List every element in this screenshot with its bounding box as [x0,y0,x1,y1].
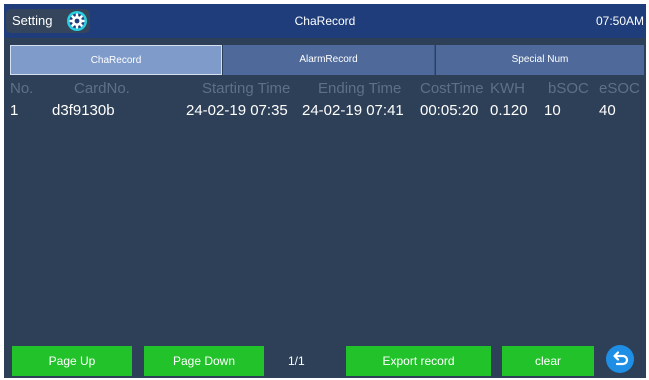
column-header-cardno: CardNo. [74,80,130,97]
cell-kwh: 0.120 [490,102,528,119]
export-record-button[interactable]: Export record [346,346,491,376]
cell-costtime: 00:05:20 [420,102,479,119]
column-header-starting-time: Starting Time [202,80,291,97]
cell-cardno: d3f9130b [52,102,115,119]
cell-ending-time: 24-02-19 07:41 [302,102,404,119]
column-header-bsoc: bSOC [548,80,589,97]
page-indicator: 1/1 [288,354,305,368]
column-header-kwh: KWH [490,80,525,97]
clear-button[interactable]: clear [502,346,594,376]
clock: 07:50AM [595,14,644,28]
table-header: No. CardNo. Starting Time Ending Time Co… [4,79,646,99]
tab-alarmrecord[interactable]: AlarmRecord [223,45,435,75]
page-up-button[interactable]: Page Up [12,346,132,376]
back-button[interactable] [606,345,634,373]
tab-charecord[interactable]: ChaRecord [10,45,222,75]
back-arrow-icon [613,351,629,366]
column-header-no: No. [10,80,34,97]
table-row[interactable]: 1 d3f9130b 24-02-19 07:35 24-02-19 07:41… [4,101,646,121]
page-title: ChaRecord [294,14,356,28]
tab-bar: ChaRecord AlarmRecord Special Num [10,45,644,75]
cell-starting-time: 24-02-19 07:35 [186,102,288,119]
cell-no: 1 [10,102,19,119]
column-header-ending-time: Ending Time [318,80,402,97]
header-bar: Setting ChaRecord 07:50AM [4,4,646,38]
cell-esoc: 40 [599,102,616,119]
column-header-esoc: eSOC [599,80,640,97]
screen: Setting ChaRecord 07:50AM ChaRecord Alar… [4,4,646,378]
tab-special-num[interactable]: Special Num [436,45,644,75]
page-down-button[interactable]: Page Down [144,346,264,376]
cell-bsoc: 10 [544,102,561,119]
column-header-costtime: CostTime [420,80,484,97]
